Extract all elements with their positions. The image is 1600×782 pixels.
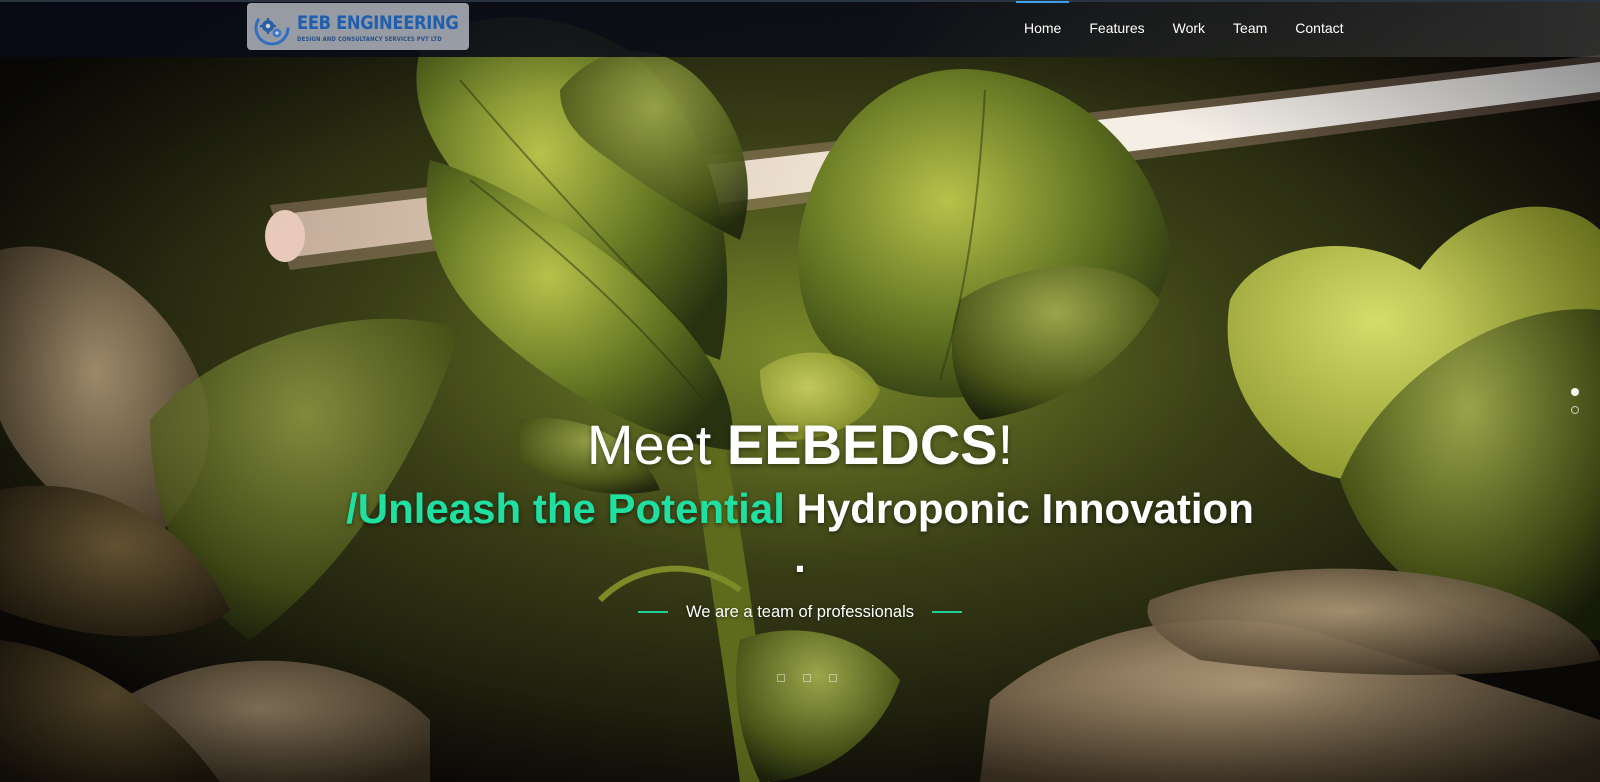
hero-title-suffix: ! (997, 413, 1014, 476)
site-header: EEB ENGINEERING DESIGN AND CONSULTANCY S… (0, 0, 1600, 57)
tagline-right-rule (932, 611, 963, 613)
hero-tagline: We are a team of professionals (685, 602, 915, 621)
section-dot-nav (1571, 388, 1583, 424)
carousel-indicator-3[interactable] (829, 674, 837, 682)
tagline-left-rule (637, 611, 668, 613)
hero-title-brand: EEBEDCS (726, 413, 998, 476)
nav-features[interactable]: Features (1075, 2, 1158, 54)
carousel-indicator-2[interactable] (803, 674, 811, 682)
hero-tagline-row: We are a team of professionals (0, 600, 1600, 624)
nav-home[interactable]: Home (1010, 1, 1075, 54)
logo-tagline: DESIGN AND CONSULTANCY SERVICES PVT LTD (297, 36, 442, 43)
hero-subtitle-rest: Hydroponic Innovation . (784, 485, 1254, 581)
main-nav: Home Features Work Team Contact (1010, 1, 1358, 54)
hero-subtitle: /Unleash the Potential Hydroponic Innova… (340, 484, 1260, 582)
nav-team[interactable]: Team (1219, 2, 1281, 54)
carousel-indicators (768, 674, 846, 682)
hero-title: Meet EEBEDCS! (0, 412, 1600, 478)
hero-subtitle-accent: /Unleash the Potential (346, 485, 785, 532)
hero-background-image (0, 0, 1600, 782)
hero-title-prefix: Meet (586, 413, 727, 476)
nav-work[interactable]: Work (1159, 2, 1219, 54)
nav-contact[interactable]: Contact (1281, 2, 1357, 54)
section-dot-2[interactable] (1571, 406, 1579, 414)
carousel-indicator-1[interactable] (777, 674, 785, 682)
logo-name: EEB ENGINEERING (297, 12, 459, 34)
section-dot-1[interactable] (1571, 388, 1579, 396)
gear-cluster-icon (253, 9, 291, 47)
site-logo[interactable]: EEB ENGINEERING DESIGN AND CONSULTANCY S… (247, 3, 469, 50)
